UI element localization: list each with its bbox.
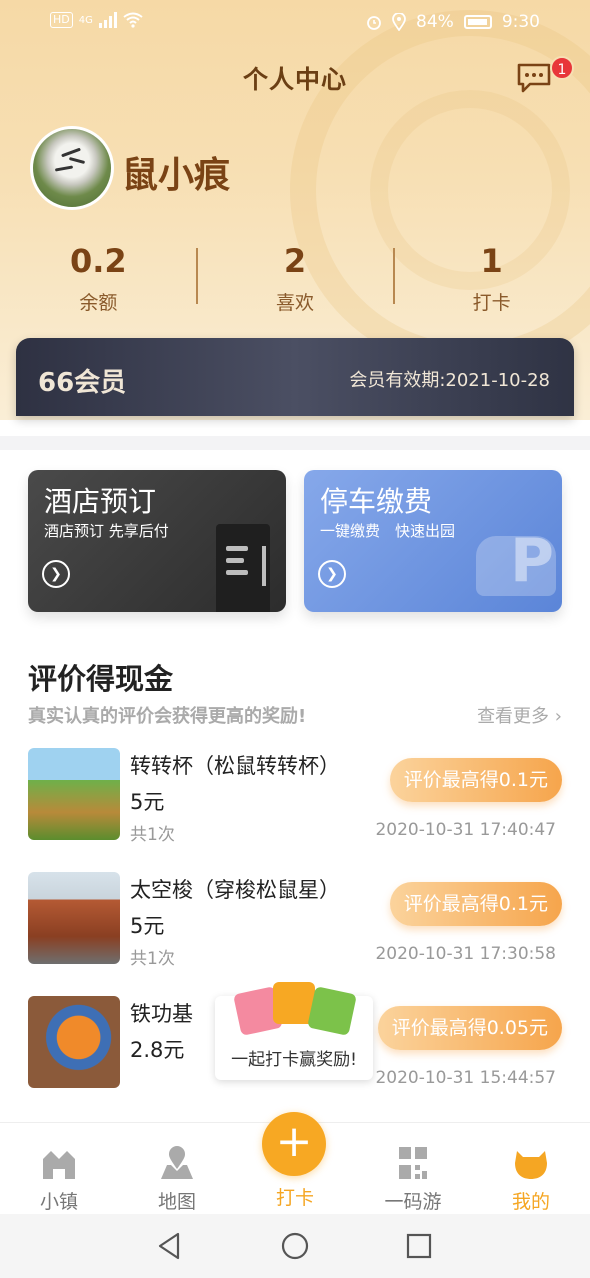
card-subtitle: 酒店预订 先享后付 <box>44 522 169 540</box>
stat-label: 打卡 <box>472 292 511 314</box>
tab-label: 我的 <box>511 1191 550 1213</box>
stat-label: 喜欢 <box>276 292 315 314</box>
tab-qr-tour[interactable]: 一码游 <box>354 1123 472 1215</box>
ride-thumbnail <box>28 872 120 964</box>
item-price: 5元 <box>130 790 165 814</box>
page-title: 个人中心 <box>242 65 347 94</box>
recents-icon[interactable] <box>406 1233 432 1259</box>
tab-label: 小镇 <box>39 1191 78 1213</box>
review-reward-button[interactable]: 评价最高得0.1元 <box>389 882 562 926</box>
membership-card[interactable]: 66会员 会员有效期:2021-10-28 <box>16 338 574 416</box>
tab-label: 一码游 <box>384 1191 442 1213</box>
ride-thumbnail <box>28 996 120 1088</box>
map-pin-icon <box>161 1146 193 1179</box>
list-item[interactable]: 转转杯（松鼠转转杯） 5元 共1次 评价最高得0.1元 2020-10-31 1… <box>0 748 590 848</box>
popup-text: 一起打卡赢奖励! <box>231 1050 357 1070</box>
membership-name: 66会员 <box>38 368 127 398</box>
chevron-right-icon: ❯ <box>42 560 70 588</box>
chat-bubble-icon <box>517 63 551 93</box>
tab-label: 地图 <box>157 1191 196 1213</box>
review-reward-button[interactable]: 评价最高得0.1元 <box>389 758 562 802</box>
battery-percent: 84% <box>416 12 454 32</box>
item-time: 2020-10-31 15:44:57 <box>375 1068 556 1088</box>
membership-expiry: 会员有效期:2021-10-28 <box>349 370 550 391</box>
ride-thumbnail <box>28 748 120 840</box>
location-icon <box>392 13 406 31</box>
plus-icon: + <box>275 1116 313 1167</box>
parking-icon: P <box>510 526 554 596</box>
stat-balance[interactable]: 0.2 余额 <box>0 240 197 320</box>
item-price: 5元 <box>130 914 165 938</box>
tab-town[interactable]: 小镇 <box>0 1123 118 1215</box>
stats-row: 0.2 余额 2 喜欢 1 打卡 <box>0 240 590 320</box>
chevron-right-icon: › <box>554 706 562 727</box>
back-icon[interactable] <box>156 1232 182 1260</box>
item-count: 共1次 <box>130 825 175 845</box>
hotel-booking-card[interactable]: 酒店预订 酒店预订 先享后付 ❯ <box>28 470 286 612</box>
squirrel-head-icon <box>515 1151 547 1179</box>
item-price: 2.8元 <box>130 1038 185 1062</box>
reviews-subtitle: 真实认真的评价会获得更高的奖励! <box>28 706 307 727</box>
avatar[interactable] <box>30 126 114 210</box>
view-more-label: 查看更多 <box>477 706 550 727</box>
item-time: 2020-10-31 17:30:58 <box>375 944 556 964</box>
signal-icon <box>98 12 117 28</box>
message-button[interactable] <box>516 62 552 94</box>
stat-label: 余额 <box>79 292 118 314</box>
clock: 9:30 <box>501 12 540 32</box>
stat-value: 2 <box>283 242 307 280</box>
item-name: 铁功基 <box>130 1002 193 1026</box>
notification-badge: 1 <box>550 56 574 80</box>
item-time: 2020-10-31 17:40:47 <box>375 820 556 840</box>
card-green-icon <box>307 986 357 1036</box>
item-name: 太空梭（穿梭松鼠星） <box>130 878 340 902</box>
hd-indicator: HD <box>50 12 73 28</box>
building-icon <box>216 524 270 612</box>
divider <box>196 248 198 304</box>
stat-likes[interactable]: 2 喜欢 <box>197 240 394 320</box>
item-name: 转转杯（松鼠转转杯） <box>130 754 340 778</box>
checkin-plus-button[interactable]: + <box>262 1112 326 1176</box>
stat-value: 1 <box>480 242 503 280</box>
card-subtitle: 一键缴费 快速出园 <box>320 522 456 540</box>
list-item[interactable]: 太空梭（穿梭松鼠星） 5元 共1次 评价最高得0.1元 2020-10-31 1… <box>0 872 590 972</box>
stat-value: 0.2 <box>69 242 127 280</box>
view-more-link[interactable]: 查看更多 › <box>477 702 562 728</box>
username[interactable]: 鼠小痕 <box>122 146 230 198</box>
home-icon[interactable] <box>281 1232 309 1260</box>
town-icon <box>43 1151 75 1179</box>
checkin-promo-popup[interactable]: 一起打卡赢奖励! <box>215 982 373 1080</box>
wifi-icon <box>123 12 143 28</box>
tab-mine[interactable]: 我的 <box>472 1123 590 1215</box>
reviews-title: 评价得现金 <box>28 662 174 696</box>
network-type: 4G <box>78 14 93 26</box>
qr-code-icon <box>399 1147 427 1179</box>
status-bar: HD 4G 84% 9:30 <box>0 0 590 46</box>
card-title: 停车缴费 <box>320 485 433 518</box>
stat-checkins[interactable]: 1 打卡 <box>393 240 590 320</box>
alarm-icon <box>367 16 381 30</box>
divider <box>393 248 395 304</box>
item-count: 共1次 <box>130 949 175 969</box>
chevron-right-icon: ❯ <box>318 560 346 588</box>
parking-payment-card[interactable]: P 停车缴费 一键缴费 快速出园 ❯ <box>304 470 562 612</box>
tab-map[interactable]: 地图 <box>118 1123 236 1215</box>
system-navigation-bar <box>0 1214 590 1278</box>
review-reward-button[interactable]: 评价最高得0.05元 <box>377 1006 562 1050</box>
card-title: 酒店预订 <box>44 485 157 518</box>
battery-icon <box>463 15 492 29</box>
tab-label: 打卡 <box>275 1187 314 1209</box>
section-divider <box>0 436 590 450</box>
profile-page: HD 4G 84% 9:30 个人中心 1 鼠小痕 0.2 余额 2 喜欢 1 … <box>0 0 590 1278</box>
